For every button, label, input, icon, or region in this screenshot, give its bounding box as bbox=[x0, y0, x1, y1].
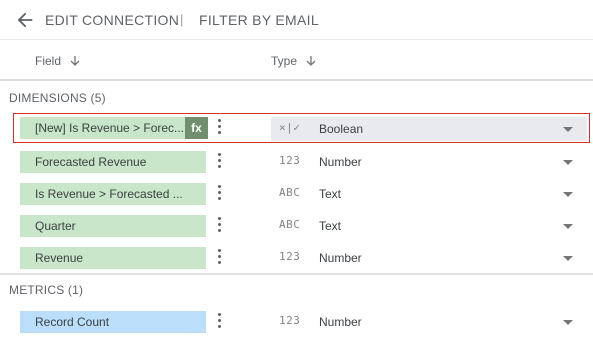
field-row[interactable]: Record Count 123 Number bbox=[0, 305, 593, 337]
more-options-icon[interactable] bbox=[214, 313, 224, 331]
field-column-label: Field bbox=[35, 54, 62, 68]
type-dropdown[interactable]: ×|✓ Boolean bbox=[271, 117, 587, 141]
number-type-icon: 123 bbox=[279, 154, 301, 167]
more-options-icon[interactable] bbox=[214, 217, 224, 235]
more-options-icon[interactable] bbox=[214, 249, 224, 267]
dropdown-caret-icon[interactable] bbox=[563, 127, 573, 132]
field-column-header[interactable]: Field bbox=[35, 54, 81, 68]
top-bar: EDIT CONNECTION | FILTER BY EMAIL bbox=[0, 0, 593, 40]
type-label: Number bbox=[319, 251, 362, 265]
metric-chip[interactable]: Record Count bbox=[20, 311, 206, 333]
type-label: Number bbox=[319, 315, 362, 329]
dropdown-caret-icon[interactable] bbox=[563, 192, 573, 197]
filter-by-email-link[interactable]: FILTER BY EMAIL bbox=[199, 12, 319, 28]
field-row[interactable]: Is Revenue > Forecasted ... ABC Text bbox=[0, 177, 593, 209]
type-dropdown[interactable]: 123 Number bbox=[271, 150, 587, 174]
field-chip[interactable]: Is Revenue > Forecasted ... bbox=[20, 183, 206, 205]
more-options-icon[interactable] bbox=[214, 185, 224, 203]
edit-connection-link[interactable]: EDIT CONNECTION bbox=[45, 12, 179, 28]
type-dropdown[interactable]: ABC Text bbox=[271, 214, 587, 238]
type-dropdown[interactable]: ABC Text bbox=[271, 182, 587, 206]
field-row-selected[interactable]: [New] Is Revenue > Forec... fx ×|✓ Boole… bbox=[13, 113, 590, 143]
field-chip[interactable]: Quarter bbox=[20, 215, 206, 237]
dimensions-section-label: DIMENSIONS (5) bbox=[9, 91, 106, 105]
column-header-row: Field Type bbox=[0, 41, 593, 81]
sort-arrow-down-icon bbox=[70, 56, 80, 66]
dropdown-caret-icon[interactable] bbox=[563, 320, 573, 325]
dropdown-caret-icon[interactable] bbox=[563, 256, 573, 261]
sort-arrow-down-icon bbox=[306, 56, 316, 66]
dropdown-caret-icon[interactable] bbox=[563, 160, 573, 165]
type-dropdown[interactable]: 123 Number bbox=[271, 310, 587, 334]
type-label: Number bbox=[319, 155, 362, 169]
header-separator: | bbox=[180, 12, 184, 27]
boolean-type-icon: ×|✓ bbox=[279, 121, 301, 134]
field-chip[interactable]: Forecasted Revenue bbox=[20, 151, 206, 173]
field-chip[interactable]: Revenue bbox=[20, 247, 206, 269]
number-type-icon: 123 bbox=[279, 314, 301, 327]
type-column-header[interactable]: Type bbox=[271, 54, 317, 68]
dropdown-caret-icon[interactable] bbox=[563, 224, 573, 229]
back-arrow-icon[interactable] bbox=[14, 9, 36, 31]
text-type-icon: ABC bbox=[279, 186, 301, 199]
field-row[interactable]: Quarter ABC Text bbox=[0, 209, 593, 241]
more-options-icon[interactable] bbox=[214, 119, 224, 137]
type-label: Text bbox=[319, 219, 342, 233]
section-divider bbox=[0, 273, 593, 275]
field-row[interactable]: Revenue 123 Number bbox=[0, 241, 593, 273]
calculated-field-badge[interactable]: fx bbox=[185, 117, 208, 139]
metrics-section-label: METRICS (1) bbox=[9, 283, 84, 297]
field-chip[interactable]: [New] Is Revenue > Forec... bbox=[20, 117, 185, 139]
type-dropdown[interactable]: 123 Number bbox=[271, 246, 587, 270]
type-label: Boolean bbox=[319, 122, 364, 136]
more-options-icon[interactable] bbox=[214, 153, 224, 171]
type-column-label: Type bbox=[271, 54, 298, 68]
text-type-icon: ABC bbox=[279, 218, 301, 231]
type-label: Text bbox=[319, 187, 342, 201]
field-row[interactable]: Forecasted Revenue 123 Number bbox=[0, 145, 593, 177]
number-type-icon: 123 bbox=[279, 250, 301, 263]
